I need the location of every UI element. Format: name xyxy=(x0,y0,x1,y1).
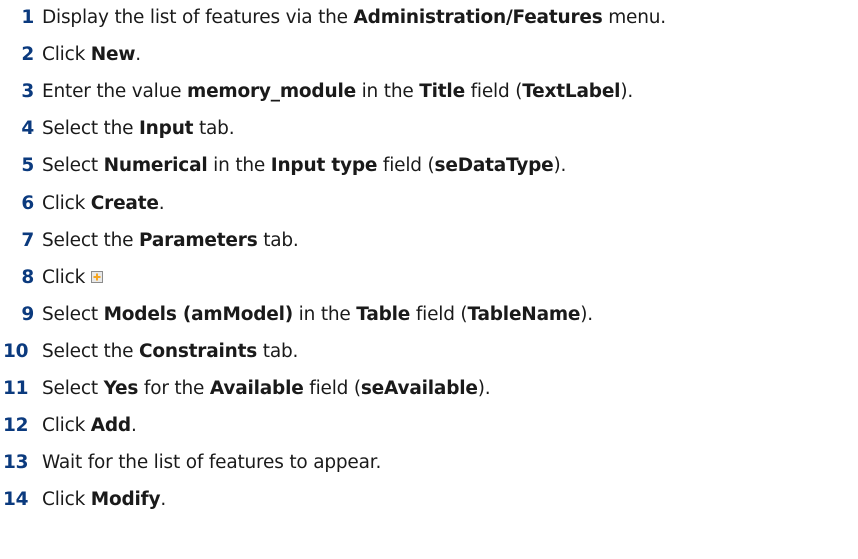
step-text-part: field ( xyxy=(303,378,361,399)
step-text-part: Enter the value xyxy=(42,81,187,103)
step-text-part: . xyxy=(160,489,167,511)
step-text-part: Display the list of features via the xyxy=(42,7,354,28)
step-text-part: tab. xyxy=(193,118,235,140)
step-number: 5 xyxy=(21,155,34,177)
step-item: 8 Click xyxy=(0,259,104,296)
step-emphasis: Yes xyxy=(103,378,139,399)
step-item: 9 Select Models (amModel) in the Table fi… xyxy=(0,296,593,333)
step-text: Select the Input tab. xyxy=(42,118,235,140)
step-text: Select Models (amModel) in the Table fie… xyxy=(42,304,593,325)
step-text-part: Click xyxy=(42,489,91,511)
step-emphasis: Modify xyxy=(90,489,161,511)
step-item: 13 Wait for the list of features to appea… xyxy=(0,444,381,481)
step-emphasis: Constraints xyxy=(139,340,258,362)
step-emphasis: TableName xyxy=(467,303,581,325)
step-item: 10 Select the Constraints tab. xyxy=(0,333,298,370)
step-text-part: Select xyxy=(42,303,104,325)
step-text-part: Select the xyxy=(42,118,139,140)
step-number: 7 xyxy=(21,229,34,251)
step-item: 7 Select the Parameters tab. xyxy=(0,222,299,259)
step-item: 2 Click New. xyxy=(0,36,141,73)
step-text-part: ). xyxy=(580,303,593,325)
step-text-part: tab. xyxy=(257,340,299,362)
step-text-part: Click xyxy=(42,415,91,437)
step-item: 4 Select the Input tab. xyxy=(0,110,234,147)
step-emphasis: Title xyxy=(419,81,465,103)
step-text: Click Create. xyxy=(42,192,165,214)
step-text-part: for the xyxy=(138,378,210,399)
step-emphasis: Models (amModel) xyxy=(103,303,294,325)
step-text-part: . xyxy=(135,44,141,66)
step-text-part: in the xyxy=(293,303,357,325)
step-number: 3 xyxy=(21,81,34,103)
step-text-part: ). xyxy=(553,155,567,177)
step-emphasis: Parameters xyxy=(139,229,258,251)
step-text-part: Select the xyxy=(42,229,139,251)
step-emphasis: seDataType xyxy=(434,155,554,177)
step-text-part: Click xyxy=(42,192,91,214)
step-text-part: . xyxy=(158,192,165,214)
step-number: 1 xyxy=(21,7,34,28)
step-text-part: Click xyxy=(42,44,91,66)
step-text-part: field ( xyxy=(377,155,435,177)
step-emphasis: Input xyxy=(139,118,194,140)
step-number: 9 xyxy=(21,303,34,325)
step-text: Select Yes for the Available field (seAv… xyxy=(42,378,491,399)
step-text: Display the list of features via the Adm… xyxy=(42,7,666,28)
step-text: Click xyxy=(42,266,104,288)
step-item: 11 Select Yes for the Available field (se… xyxy=(0,370,491,407)
step-emphasis: memory_module xyxy=(187,81,356,103)
step-emphasis: Available xyxy=(209,378,304,399)
step-text-part: tab. xyxy=(257,229,299,251)
step-text: Select the Parameters tab. xyxy=(42,230,299,251)
step-number: 8 xyxy=(21,266,34,288)
step-text: Enter the value memory_module in the Tit… xyxy=(42,81,633,102)
add-plus-icon xyxy=(91,270,104,283)
step-text-part: in the xyxy=(355,81,420,103)
step-text-part: Select the xyxy=(42,340,139,362)
step-emphasis: seAvailable xyxy=(360,378,478,399)
step-emphasis: Create xyxy=(90,192,159,214)
step-text: Click Add. xyxy=(42,415,137,436)
step-emphasis: Add xyxy=(90,415,131,437)
step-text: Select the Constraints tab. xyxy=(42,341,298,362)
step-text-part: menu. xyxy=(602,7,666,28)
step-item: 14 Click Modify. xyxy=(0,481,166,518)
step-text-part: . xyxy=(130,415,137,437)
step-item: 5 Select Numerical in the Input type fiel… xyxy=(0,147,566,184)
step-text-part: Wait for the list of features to appear. xyxy=(42,452,382,474)
step-number: 10 xyxy=(3,340,29,362)
step-text-part: field ( xyxy=(410,303,468,325)
step-item: 1 Display the list of features via the Ad… xyxy=(0,0,666,36)
step-text-part: Click xyxy=(42,266,86,288)
step-text-part: in the xyxy=(207,155,271,177)
step-text: Select Numerical in the Input type field… xyxy=(42,155,566,176)
step-emphasis: Input type xyxy=(270,155,378,177)
step-emphasis: Administration/Features xyxy=(353,7,603,28)
step-text: Click Modify. xyxy=(42,489,166,510)
step-text-part: ). xyxy=(620,81,634,103)
step-number: 6 xyxy=(21,192,34,214)
step-emphasis: Table xyxy=(356,303,411,325)
step-number: 4 xyxy=(21,118,34,140)
step-text-part: ). xyxy=(477,378,491,399)
step-emphasis: New xyxy=(90,44,136,66)
step-number: 13 xyxy=(3,452,29,474)
step-text: Click New. xyxy=(42,44,141,65)
step-text-part: Select xyxy=(42,155,104,177)
step-number: 2 xyxy=(21,44,34,66)
step-number: 12 xyxy=(3,415,29,437)
step-item: 12 Click Add. xyxy=(0,407,137,444)
step-item: 3 Enter the value memory_module in the Ti… xyxy=(0,73,633,110)
step-text-part: field ( xyxy=(464,81,523,103)
step-item: 6 Click Create. xyxy=(0,185,164,222)
step-number: 14 xyxy=(3,489,29,511)
step-text-part: Select xyxy=(42,378,104,399)
step-emphasis: Numerical xyxy=(103,155,208,177)
step-emphasis: TextLabel xyxy=(522,81,621,103)
step-number: 11 xyxy=(3,378,29,399)
step-text: Wait for the list of features to appear. xyxy=(42,452,381,473)
